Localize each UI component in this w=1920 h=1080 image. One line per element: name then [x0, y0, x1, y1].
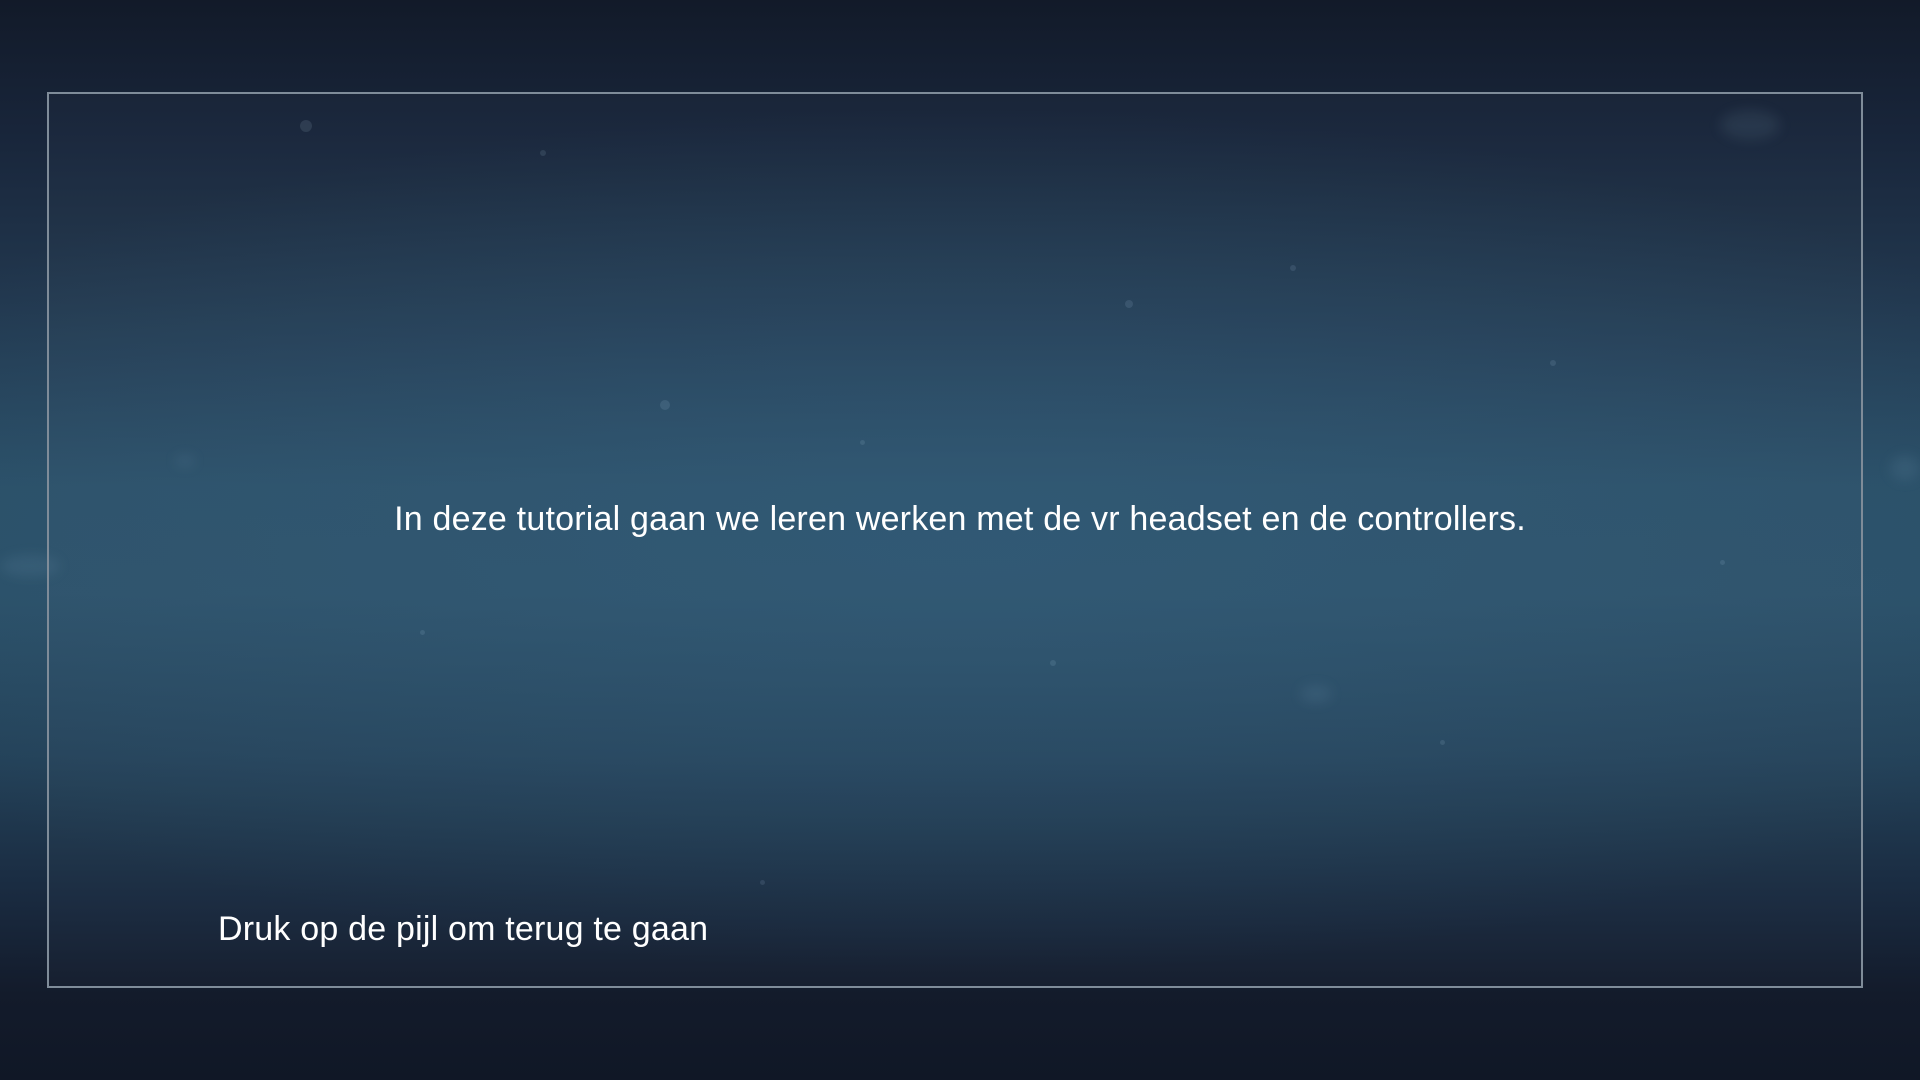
tutorial-screen: { "tutorial": { "intro_text": "In deze t…	[0, 0, 1920, 1080]
light-haze	[1890, 455, 1920, 481]
tutorial-intro-text: In deze tutorial gaan we leren werken me…	[394, 500, 1526, 538]
tutorial-panel-frame	[47, 92, 1863, 988]
back-instruction-text: Druk op de pijl om terug te gaan	[218, 910, 709, 948]
